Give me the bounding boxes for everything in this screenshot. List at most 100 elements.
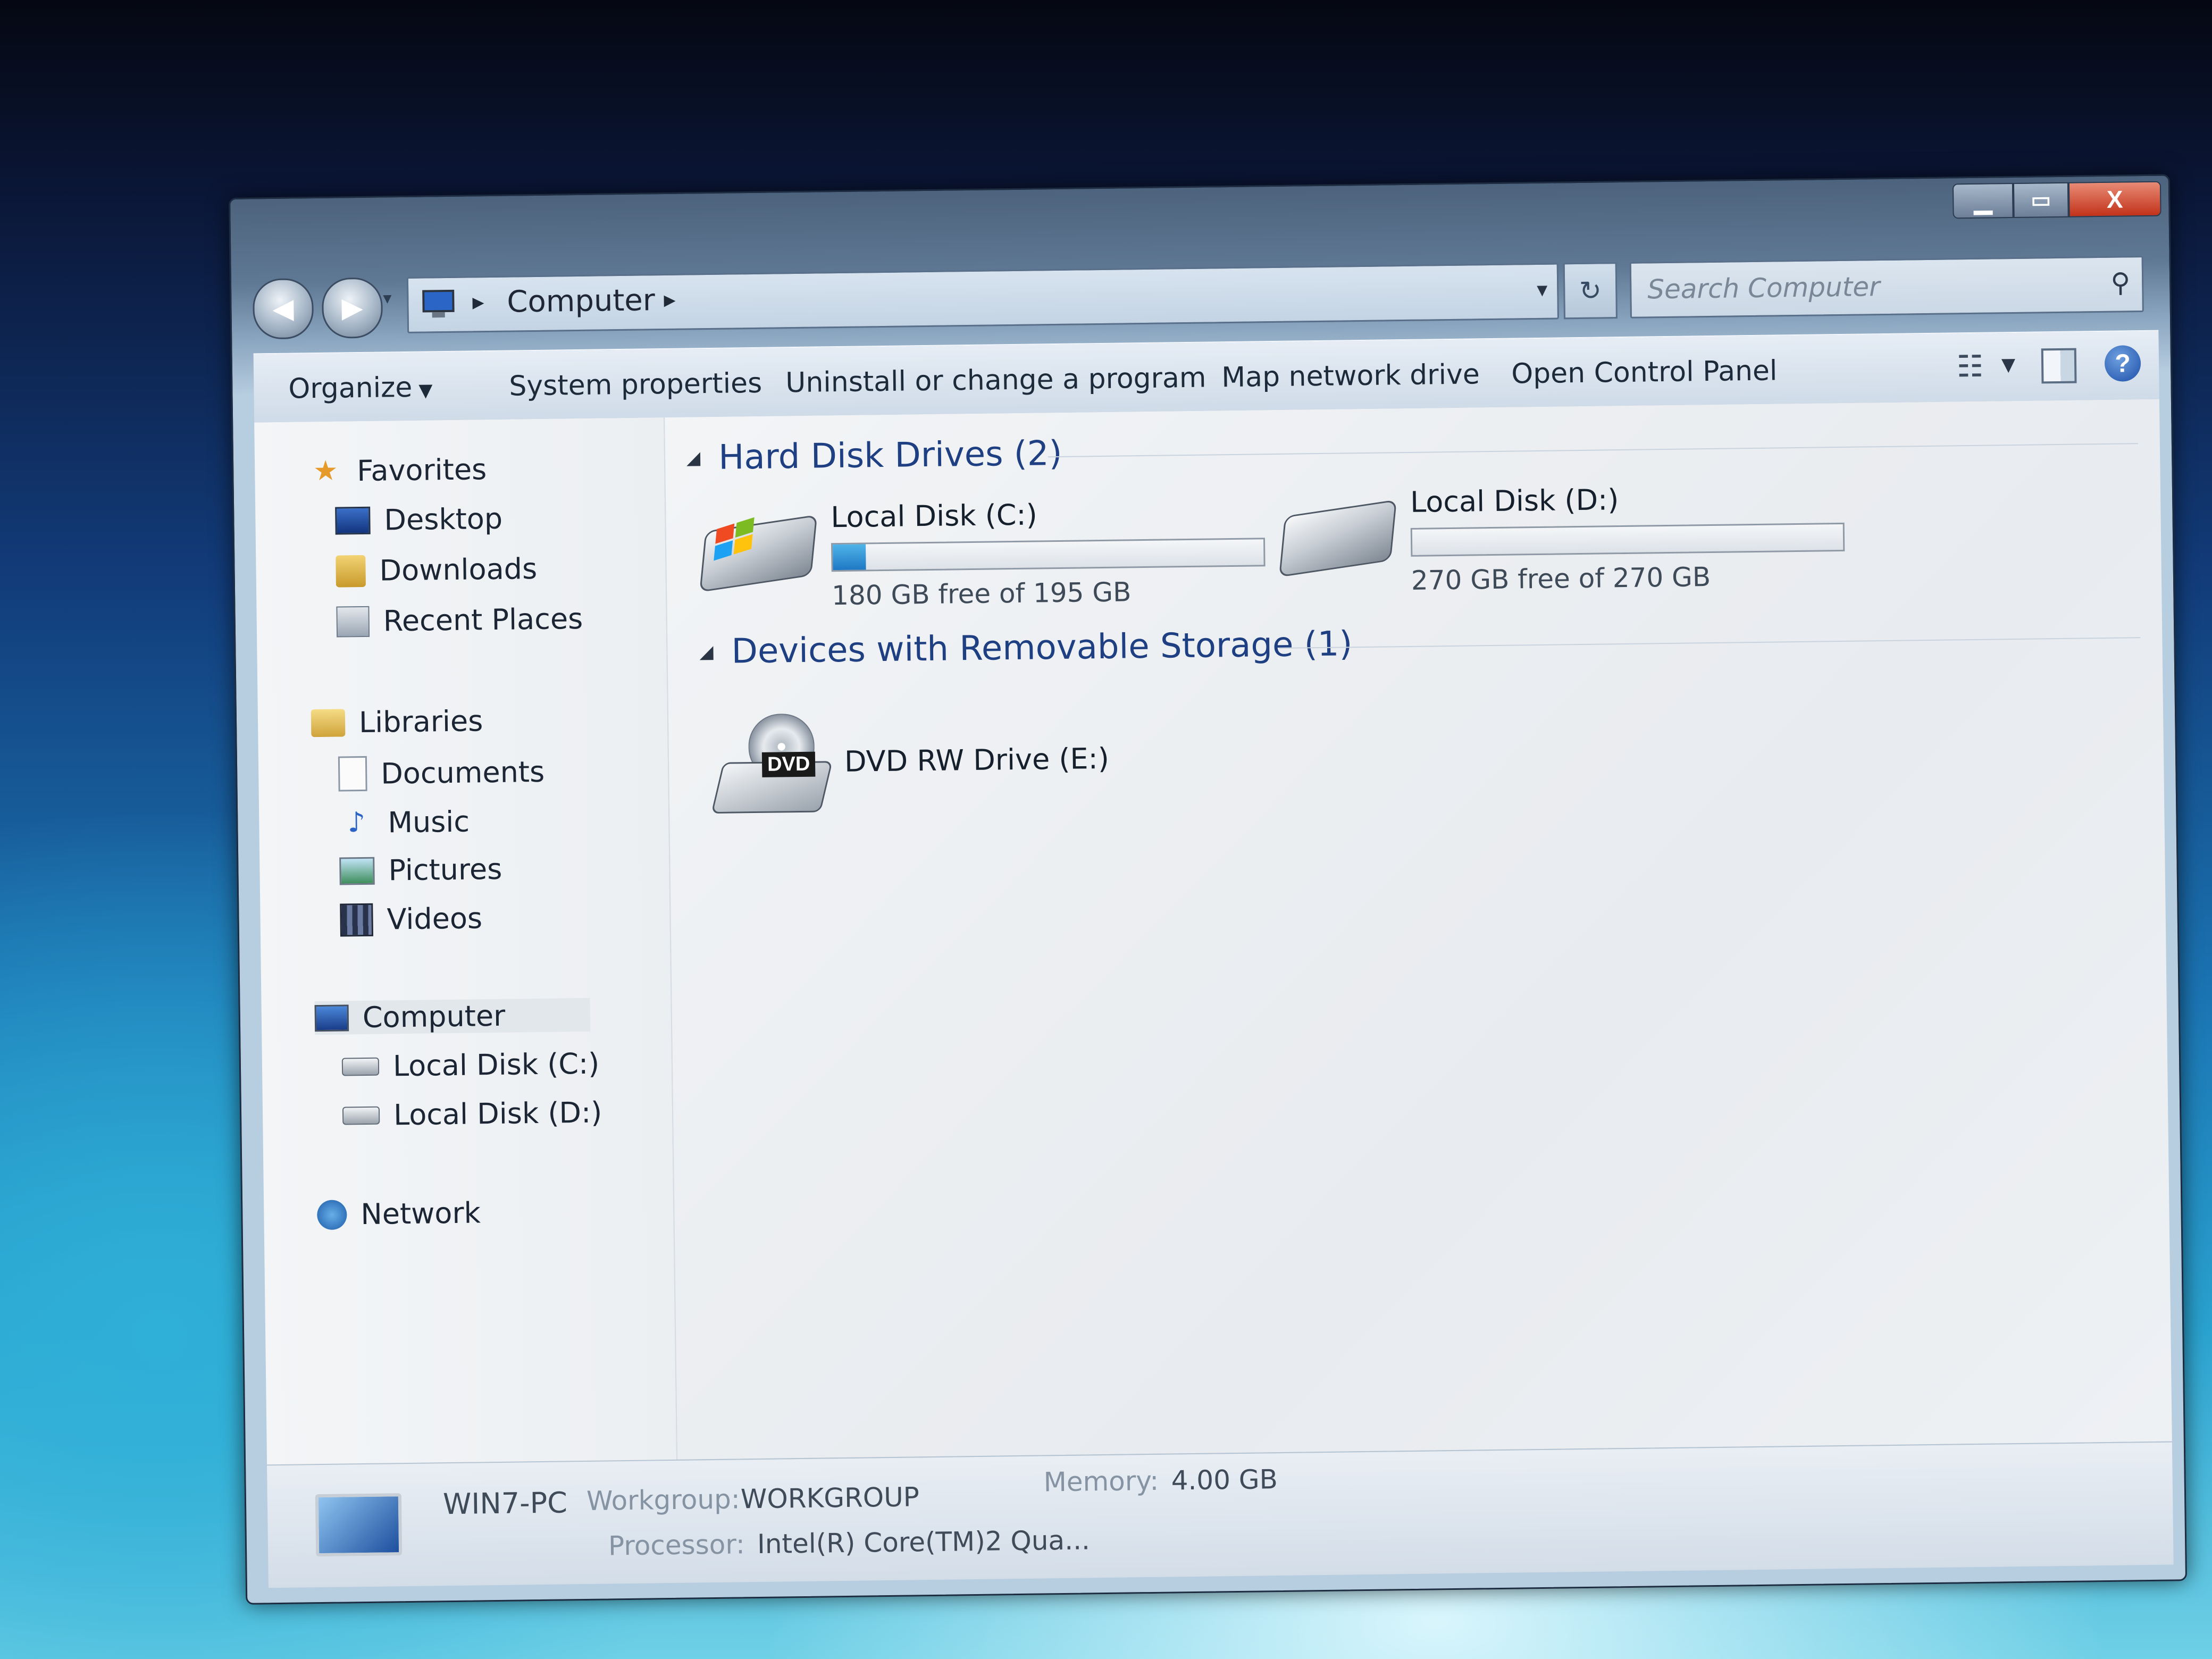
group-divider xyxy=(1048,443,2138,458)
nav-libraries[interactable]: Libraries xyxy=(311,704,483,740)
drive-dvd-rw-e[interactable]: DVD DVD RW Drive (E:) xyxy=(711,709,1143,821)
system-properties-button[interactable]: System properties xyxy=(509,367,762,403)
usage-bar xyxy=(1410,522,1845,557)
breadcrumb-computer[interactable]: Computer xyxy=(507,283,655,319)
nav-local-disk-d[interactable]: Local Disk (D:) xyxy=(342,1096,602,1133)
content-pane: ◢ Hard Disk Drives (2) Local Disk (C:) 1… xyxy=(665,399,2172,1460)
forward-arrow-icon: ▶ xyxy=(341,291,363,324)
nav-music[interactable]: ♪ Music xyxy=(339,804,470,841)
back-arrow-icon: ◀ xyxy=(272,292,294,325)
pictures-icon xyxy=(339,857,375,885)
computer-icon xyxy=(420,288,458,322)
computer-icon xyxy=(314,1004,349,1032)
dvd-badge: DVD xyxy=(761,751,816,777)
explorer-window: ▁ ▭ X ◀ ▶ ▾ ▸ Computer ▸ ▾ ↻ Search Comp… xyxy=(229,174,2188,1605)
chevron-down-icon: ▼ xyxy=(418,380,433,401)
collapse-triangle-icon[interactable]: ◢ xyxy=(699,641,714,663)
nav-computer[interactable]: Computer xyxy=(314,998,591,1035)
nav-downloads-label: Downloads xyxy=(379,551,538,588)
minimize-button[interactable]: ▁ xyxy=(1952,182,2014,219)
star-icon: ★ xyxy=(313,455,338,488)
navigation-bar: ◀ ▶ ▾ ▸ Computer ▸ ▾ ↻ Search Computer ⚲ xyxy=(252,250,2159,340)
processor-value: Intel(R) Core(TM)2 Qua... xyxy=(757,1524,1091,1560)
collapse-triangle-icon[interactable]: ◢ xyxy=(686,447,701,468)
music-note-icon: ♪ xyxy=(347,806,366,839)
preview-pane-icon[interactable] xyxy=(2041,348,2077,384)
memory-value: 4.00 GB xyxy=(1171,1464,1278,1496)
drive-local-disk-d[interactable]: Local Disk (D:) 270 GB free of 270 GB xyxy=(1279,480,1858,604)
details-pane: WIN7-PC Workgroup: WORKGROUP Memory: 4.0… xyxy=(267,1441,2174,1588)
nav-favorites[interactable]: ★ Favorites xyxy=(308,451,487,489)
group-hard-disk-drives[interactable]: ◢ Hard Disk Drives (2) xyxy=(686,434,1062,478)
drive-name: Local Disk (D:) xyxy=(1410,483,1619,519)
drive-free-space: 180 GB free of 195 GB xyxy=(831,576,1132,611)
processor-label: Processor: xyxy=(608,1529,745,1562)
refresh-button[interactable]: ↻ xyxy=(1563,262,1618,320)
videos-icon xyxy=(340,903,373,937)
group-hard-disk-label: Hard Disk Drives (2) xyxy=(718,433,1062,477)
drive-local-disk-c[interactable]: Local Disk (C:) 180 GB free of 195 GB xyxy=(699,495,1279,619)
back-button[interactable]: ◀ xyxy=(252,278,314,340)
forward-button[interactable]: ▶ xyxy=(321,277,383,339)
group-divider xyxy=(1279,637,2141,649)
drive-free-space: 270 GB free of 270 GB xyxy=(1411,562,1711,596)
memory-label: Memory: xyxy=(1043,1465,1159,1498)
drive-name: Local Disk (C:) xyxy=(831,498,1038,534)
uninstall-program-button[interactable]: Uninstall or change a program xyxy=(785,362,1206,399)
computer-name: WIN7-PC xyxy=(442,1486,568,1521)
nav-recent-places[interactable]: Recent Places xyxy=(336,602,583,639)
map-network-drive-button[interactable]: Map network drive xyxy=(1221,358,1480,393)
nav-desktop[interactable]: Desktop xyxy=(335,502,502,538)
nav-local-disk-c-label: Local Disk (C:) xyxy=(392,1046,600,1083)
drive-icon xyxy=(342,1106,380,1125)
help-icon[interactable]: ? xyxy=(2104,345,2141,382)
caption-buttons: ▁ ▭ X xyxy=(1952,181,2161,219)
nav-recent-places-label: Recent Places xyxy=(383,601,583,638)
nav-downloads[interactable]: Downloads xyxy=(336,551,538,588)
nav-network-label: Network xyxy=(360,1196,481,1231)
address-bar[interactable]: ▸ Computer ▸ ▾ xyxy=(406,263,1559,333)
group-removable-storage[interactable]: ◢ Devices with Removable Storage (1) xyxy=(699,624,1353,672)
nav-favorites-label: Favorites xyxy=(356,452,487,488)
change-view-icon[interactable]: ☷ xyxy=(1957,349,1984,384)
recent-pages-dropdown[interactable]: ▾ xyxy=(383,288,392,308)
search-box[interactable]: Search Computer ⚲ xyxy=(1629,256,2144,319)
organize-button[interactable]: Organize ▼ xyxy=(288,371,433,405)
workgroup-label: Workgroup: xyxy=(586,1484,740,1516)
nav-pictures[interactable]: Pictures xyxy=(339,852,502,888)
navigation-pane: ★ Favorites Desktop Downloads Recent Pla… xyxy=(254,417,678,1507)
nav-documents[interactable]: Documents xyxy=(338,754,545,792)
dvd-drive-icon: DVD xyxy=(711,713,833,815)
address-dropdown-icon[interactable]: ▾ xyxy=(1537,278,1548,302)
nav-pictures-label: Pictures xyxy=(388,852,502,887)
search-placeholder: Search Computer xyxy=(1647,271,1880,305)
workgroup-value: WORKGROUP xyxy=(740,1481,920,1515)
organize-label: Organize xyxy=(288,371,413,405)
search-icon[interactable]: ⚲ xyxy=(2110,267,2130,298)
nav-videos-label: Videos xyxy=(387,901,483,936)
usage-bar-fill xyxy=(1412,529,1413,555)
maximize-button[interactable]: ▭ xyxy=(2013,182,2069,218)
nav-videos[interactable]: Videos xyxy=(340,901,483,937)
nav-documents-label: Documents xyxy=(380,755,545,791)
desktop-icon xyxy=(335,506,371,535)
open-control-panel-button[interactable]: Open Control Panel xyxy=(1511,355,1778,390)
computer-monitor-icon xyxy=(315,1493,403,1557)
recent-places-icon xyxy=(336,606,370,638)
network-icon xyxy=(317,1199,347,1230)
chevron-down-icon[interactable]: ▼ xyxy=(2001,354,2016,375)
group-removable-label: Devices with Removable Storage (1) xyxy=(731,624,1353,672)
close-button[interactable]: X xyxy=(2068,181,2161,217)
nav-network[interactable]: Network xyxy=(317,1196,481,1231)
nav-music-label: Music xyxy=(387,805,470,839)
nav-local-disk-c[interactable]: Local Disk (C:) xyxy=(341,1046,600,1084)
windows-logo-icon xyxy=(713,517,756,563)
drive-icon xyxy=(699,514,818,593)
breadcrumb-separator[interactable]: ▸ xyxy=(664,286,676,313)
downloads-folder-icon xyxy=(336,555,366,588)
drive-name: DVD RW Drive (E:) xyxy=(844,741,1110,778)
documents-icon xyxy=(338,756,367,792)
nav-computer-label: Computer xyxy=(362,999,506,1035)
usage-bar-fill xyxy=(833,544,866,571)
breadcrumb-separator[interactable]: ▸ xyxy=(472,288,484,315)
